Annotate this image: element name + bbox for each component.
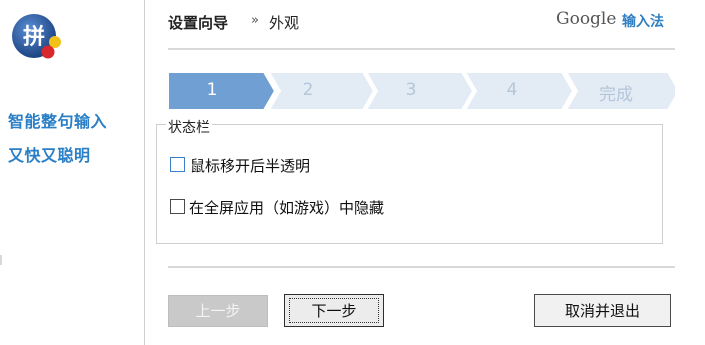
status-bar-group <box>156 124 663 244</box>
prev-button[interactable]: 上一步 <box>168 295 268 327</box>
brand-ime: 输入法 <box>622 14 664 30</box>
translucent-checkbox-label[interactable]: 鼠标移开后半透明 <box>190 155 310 176</box>
status-bar-legend: 状态栏 <box>166 117 212 137</box>
panel-divider <box>144 0 145 345</box>
tagline-line-2: 又快又聪明 <box>8 146 91 165</box>
hide-fullscreen-checkbox-label[interactable]: 在全屏应用（如游戏）中隐藏 <box>189 197 384 218</box>
brand-google: Google <box>556 9 617 29</box>
google-pinyin-logo: 拼 <box>12 14 61 59</box>
step-4: 4 <box>506 80 518 100</box>
breadcrumb-current: 外观 <box>269 14 300 32</box>
tagline-line-1: 智能整句输入 <box>8 112 108 131</box>
breadcrumb-separator: » <box>251 13 259 28</box>
cancel-button[interactable]: 取消并退出 <box>534 294 671 327</box>
footer-divider <box>168 266 675 268</box>
breadcrumb-title: 设置向导 <box>168 14 229 32</box>
hide-fullscreen-checkbox[interactable] <box>170 199 185 214</box>
logo-glyph: 拼 <box>23 24 45 50</box>
step-3: 3 <box>405 80 417 100</box>
step-1: 1 <box>206 80 218 100</box>
wizard-steps: 1 2 3 4 完成 <box>168 72 675 110</box>
side-mark <box>0 255 2 265</box>
next-button[interactable]: 下一步 <box>284 294 384 327</box>
translucent-checkbox[interactable] <box>170 157 185 172</box>
step-2: 2 <box>302 80 314 100</box>
step-finish: 完成 <box>599 85 633 105</box>
header-divider <box>168 48 675 50</box>
